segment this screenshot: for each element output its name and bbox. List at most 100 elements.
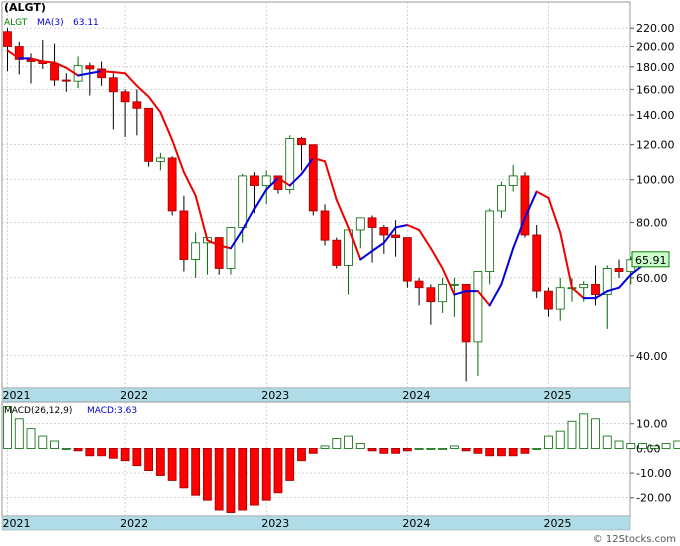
watermark: © 12Stocks.com [593, 534, 676, 545]
macd-bar [108, 447, 118, 459]
macd-bar [567, 420, 577, 449]
macd-bar [167, 447, 177, 481]
macd-bar [379, 447, 389, 454]
macd-bar [485, 447, 495, 457]
macd-bar [673, 440, 680, 449]
candle-body [191, 242, 201, 260]
macd-bar [285, 447, 295, 481]
candle-body [497, 185, 506, 212]
price-tick-label: 40.00 [636, 350, 668, 363]
candle-body [261, 175, 271, 186]
macd-x-label: 2021 [3, 517, 31, 530]
candle-body [485, 210, 495, 272]
candle-body [544, 290, 553, 310]
macd-bar [355, 443, 365, 449]
candle-body [144, 107, 154, 162]
macd-bar [449, 445, 459, 449]
candle-body [414, 280, 424, 289]
macd-bar [402, 447, 412, 452]
macd-bar [367, 447, 377, 452]
candle-body [108, 77, 118, 93]
price-tick-label: 140.00 [636, 109, 675, 122]
macd-bar [555, 430, 565, 449]
last-price-label: 65.91 [635, 254, 667, 267]
macd-title: MACD(26,12,9) [4, 406, 72, 416]
price-x-label: 2024 [402, 389, 430, 402]
macd-bar [14, 418, 24, 449]
legend-ma-value: 63.11 [73, 18, 99, 28]
macd-bar [661, 443, 671, 449]
macd-bar [85, 447, 95, 457]
macd-bar [50, 440, 59, 449]
macd-bar [638, 443, 647, 449]
price-panel: 220.00 200.00 180.00 160.00 140.00 120.00 100.… [1, 1, 675, 403]
macd-bar [508, 447, 518, 457]
price-tick-label: 160.00 [636, 83, 675, 96]
macd-y-axis: 10.000.00-10.00-20.00 [630, 418, 671, 505]
candle-body [555, 287, 565, 310]
macd-bar [544, 435, 553, 449]
macd-bar [26, 428, 36, 449]
macd-bar [649, 445, 659, 449]
macd-x-label: 2022 [120, 517, 148, 530]
price-tick-label: 80.00 [636, 217, 668, 230]
candle-body [614, 268, 624, 272]
candle-body [508, 175, 518, 186]
candle-body [132, 101, 142, 109]
macd-bar [238, 447, 248, 511]
price-tick-label: 120.00 [636, 139, 675, 152]
macd-bar [520, 447, 530, 454]
candle-body [167, 157, 177, 212]
macd-bar [626, 443, 636, 449]
macd-bar [332, 438, 342, 449]
macd-bar [191, 447, 201, 496]
candle-body [532, 234, 542, 292]
macd-bar [73, 447, 83, 452]
candle-body [85, 65, 95, 70]
price-x-axis-band [1, 387, 631, 403]
candle-body [238, 175, 248, 228]
candle-body [308, 144, 318, 212]
macd-bar [297, 447, 306, 462]
macd-x-label: 2025 [543, 517, 571, 530]
macd-bar [532, 447, 542, 450]
candle-body [155, 157, 165, 162]
candle-body [402, 237, 412, 282]
last-price-marker: 65.91 [631, 251, 670, 268]
macd-bar [97, 447, 106, 457]
macd-legend: MACD(26,12,9) MACD:3.63 [4, 406, 137, 416]
price-tick-label: 60.00 [636, 272, 668, 285]
macd-bar [61, 447, 71, 450]
macd-panel: 10.000.00-10.00-20.00 MACD(26,12,9) MACD… [1, 401, 680, 531]
macd-bar [497, 447, 506, 457]
macd-bar [461, 447, 471, 452]
macd-bar [614, 440, 624, 449]
ma-segment [100, 70, 115, 74]
price-x-label: 2021 [3, 389, 31, 402]
macd-bar [38, 435, 48, 449]
macd-tick-label: 10.00 [636, 418, 668, 431]
macd-bar [591, 418, 600, 449]
candle-body [3, 31, 12, 47]
price-x-label: 2023 [261, 389, 289, 402]
chart-title: (ALGT) [4, 1, 46, 14]
macd-bar [414, 447, 424, 450]
candle-body [355, 217, 365, 231]
price-tick-label: 180.00 [636, 61, 675, 74]
ma-segment [112, 71, 127, 75]
macd-x-axis-band [1, 515, 631, 531]
macd-bar [203, 447, 212, 501]
macd-bar [144, 447, 154, 471]
macd-bar [438, 447, 448, 450]
candle-body [579, 283, 589, 289]
macd-bar [155, 447, 165, 476]
macd-x-label: 2024 [402, 517, 430, 530]
candle-body [297, 137, 306, 146]
candle-body [426, 287, 436, 303]
candle-body [473, 271, 483, 343]
candle-body [50, 63, 59, 81]
macd-bar [344, 435, 353, 449]
macd-bar [602, 435, 612, 449]
price-x-label: 2025 [543, 389, 571, 402]
macd-bar [214, 447, 224, 511]
